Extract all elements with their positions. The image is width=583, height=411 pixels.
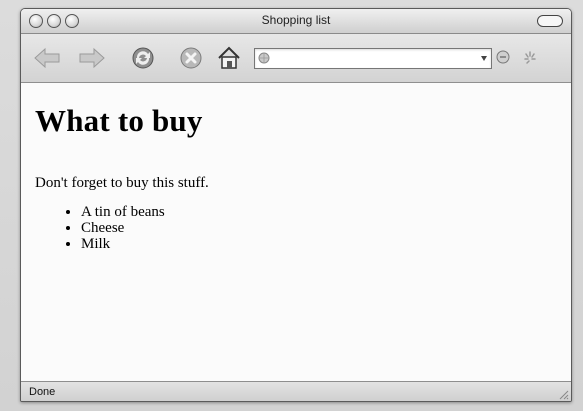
back-button[interactable] [33, 45, 61, 71]
reload-button[interactable] [129, 45, 157, 71]
list-item: Cheese [81, 220, 165, 236]
go-icon [496, 50, 510, 64]
home-button[interactable] [215, 45, 243, 71]
status-text: Done [29, 386, 56, 398]
shopping-list: A tin of beans Cheese Milk [57, 204, 165, 252]
activity-indicator [523, 50, 537, 71]
forward-button[interactable] [78, 45, 106, 71]
chevron-down-icon[interactable] [480, 54, 488, 62]
stop-button[interactable] [177, 45, 205, 71]
photo-background: Shopping list What to buy Don't forget t… [0, 0, 583, 411]
browser-window: Shopping list What to buy Don't forget t… [20, 8, 572, 402]
resize-grip-icon[interactable] [557, 388, 569, 400]
page-content: What to buy Don't forget to buy this stu… [21, 83, 571, 381]
status-bar: Done [21, 381, 571, 401]
globe-icon [258, 52, 270, 64]
address-bar[interactable] [254, 48, 492, 69]
go-button[interactable] [496, 50, 510, 69]
navigation-toolbar [21, 34, 571, 83]
page-heading: What to buy [35, 103, 203, 138]
intro-paragraph: Don't forget to buy this stuff. [35, 175, 209, 191]
arrow-left-icon [34, 47, 60, 69]
address-input[interactable] [273, 50, 469, 67]
list-item: Milk [81, 236, 165, 252]
arrow-right-icon [79, 47, 105, 69]
list-item: A tin of beans [81, 204, 165, 220]
throbber-icon [524, 51, 536, 64]
home-icon [218, 46, 240, 69]
toolbar-toggle-button[interactable] [537, 15, 563, 27]
stop-icon [180, 47, 202, 69]
window-title: Shopping list [261, 13, 331, 27]
title-bar[interactable]: Shopping list [21, 9, 571, 34]
reload-icon [132, 47, 154, 69]
